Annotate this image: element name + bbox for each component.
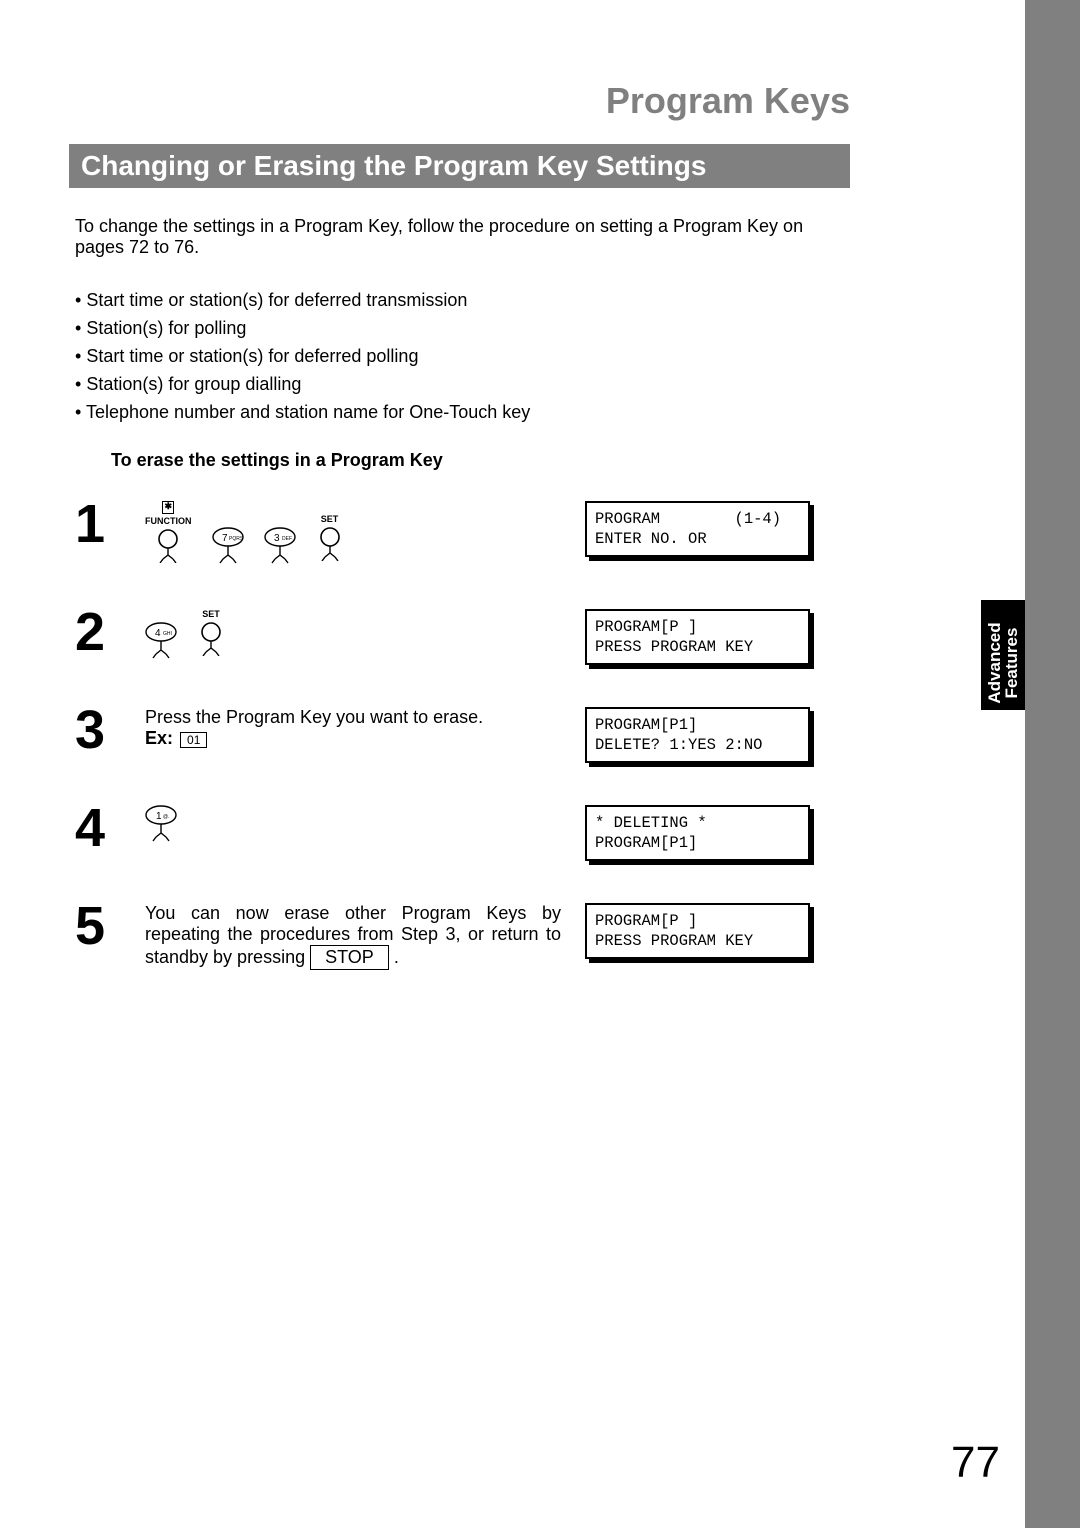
lcd-display-4: * DELETING * PROGRAM[P1] xyxy=(585,805,810,861)
set-key-icon: SET xyxy=(316,501,344,561)
key-4-sub: GHI xyxy=(163,631,172,637)
star-icon: ✱ xyxy=(162,501,174,514)
stop-key: STOP xyxy=(310,945,389,970)
step-number-5: 5 xyxy=(75,893,145,970)
lcd-text: PROGRAM[P ] PRESS PROGRAM KEY xyxy=(585,903,810,959)
side-margin xyxy=(1025,0,1080,1528)
step-number-4: 4 xyxy=(75,795,145,861)
bullet-item: Station(s) for group dialling xyxy=(86,374,301,394)
set-label: SET xyxy=(321,514,339,524)
key-3-sub: DEF xyxy=(282,536,292,542)
keypad-1-icon: 1@. xyxy=(145,805,177,845)
tab-label: Advanced Features xyxy=(986,608,1020,718)
key-1-sub: @. xyxy=(163,814,169,820)
lcd-display-5: PROGRAM[P ] PRESS PROGRAM KEY xyxy=(585,903,810,959)
set-key-icon: SET xyxy=(197,609,225,656)
bullet-item: Start time or station(s) for deferred po… xyxy=(86,346,418,366)
section-heading: Changing or Erasing the Program Key Sett… xyxy=(69,144,850,188)
page-title: Program Keys xyxy=(75,80,850,122)
keypad-4-icon: 4GHI xyxy=(145,609,177,662)
key-3-num: 3 xyxy=(274,533,280,544)
key-1-num: 1 xyxy=(156,811,162,822)
key-4-num: 4 xyxy=(155,628,161,639)
ex-value: 01 xyxy=(180,732,207,748)
lcd-display-1: PROGRAM (1-4) ENTER NO. OR xyxy=(585,501,810,557)
lcd-display-3: PROGRAM[P1] DELETE? 1:YES 2:NO xyxy=(585,707,810,763)
step1-keys: ✱ FUNCTION 7PQRS 3DEF xyxy=(145,501,561,567)
bullet-item: Telephone number and station name for On… xyxy=(86,402,530,422)
lcd-text: PROGRAM (1-4) ENTER NO. OR xyxy=(585,501,810,557)
page-number: 77 xyxy=(951,1438,1000,1488)
keypad-3-icon: 3DEF xyxy=(264,501,296,567)
lcd-text: PROGRAM[P1] DELETE? 1:YES 2:NO xyxy=(585,707,810,763)
section-tab: Advanced Features xyxy=(981,600,1025,710)
bullet-list: • Start time or station(s) for deferred … xyxy=(75,286,850,426)
key-7-num: 7 xyxy=(222,533,228,544)
function-key-icon: ✱ FUNCTION xyxy=(145,501,192,563)
step5-period: . xyxy=(394,947,399,967)
step4-keys: 1@. xyxy=(145,805,561,845)
lcd-text: * DELETING * PROGRAM[P1] xyxy=(585,805,810,861)
tab-line2: Features xyxy=(1002,628,1021,699)
intro-text: To change the settings in a Program Key,… xyxy=(75,216,850,258)
bullet-item: Start time or station(s) for deferred tr… xyxy=(86,290,467,310)
step-number-2: 2 xyxy=(75,599,145,665)
set-label: SET xyxy=(202,609,220,619)
manual-page: Advanced Features Program Keys Changing … xyxy=(0,0,1080,1528)
function-label: FUNCTION xyxy=(145,516,192,526)
step3-text: Press the Program Key you want to erase. xyxy=(145,707,483,727)
step-number-3: 3 xyxy=(75,697,145,763)
bullet-item: Station(s) for polling xyxy=(86,318,246,338)
step2-keys: 4GHI SET xyxy=(145,609,561,662)
step-number-1: 1 xyxy=(75,491,145,567)
keypad-7-icon: 7PQRS xyxy=(212,501,244,567)
lcd-text: PROGRAM[P ] PRESS PROGRAM KEY xyxy=(585,609,810,665)
key-7-sub: PQRS xyxy=(229,536,244,542)
sub-heading: To erase the settings in a Program Key xyxy=(111,450,850,471)
ex-label: Ex: xyxy=(145,728,173,748)
lcd-display-2: PROGRAM[P ] PRESS PROGRAM KEY xyxy=(585,609,810,665)
